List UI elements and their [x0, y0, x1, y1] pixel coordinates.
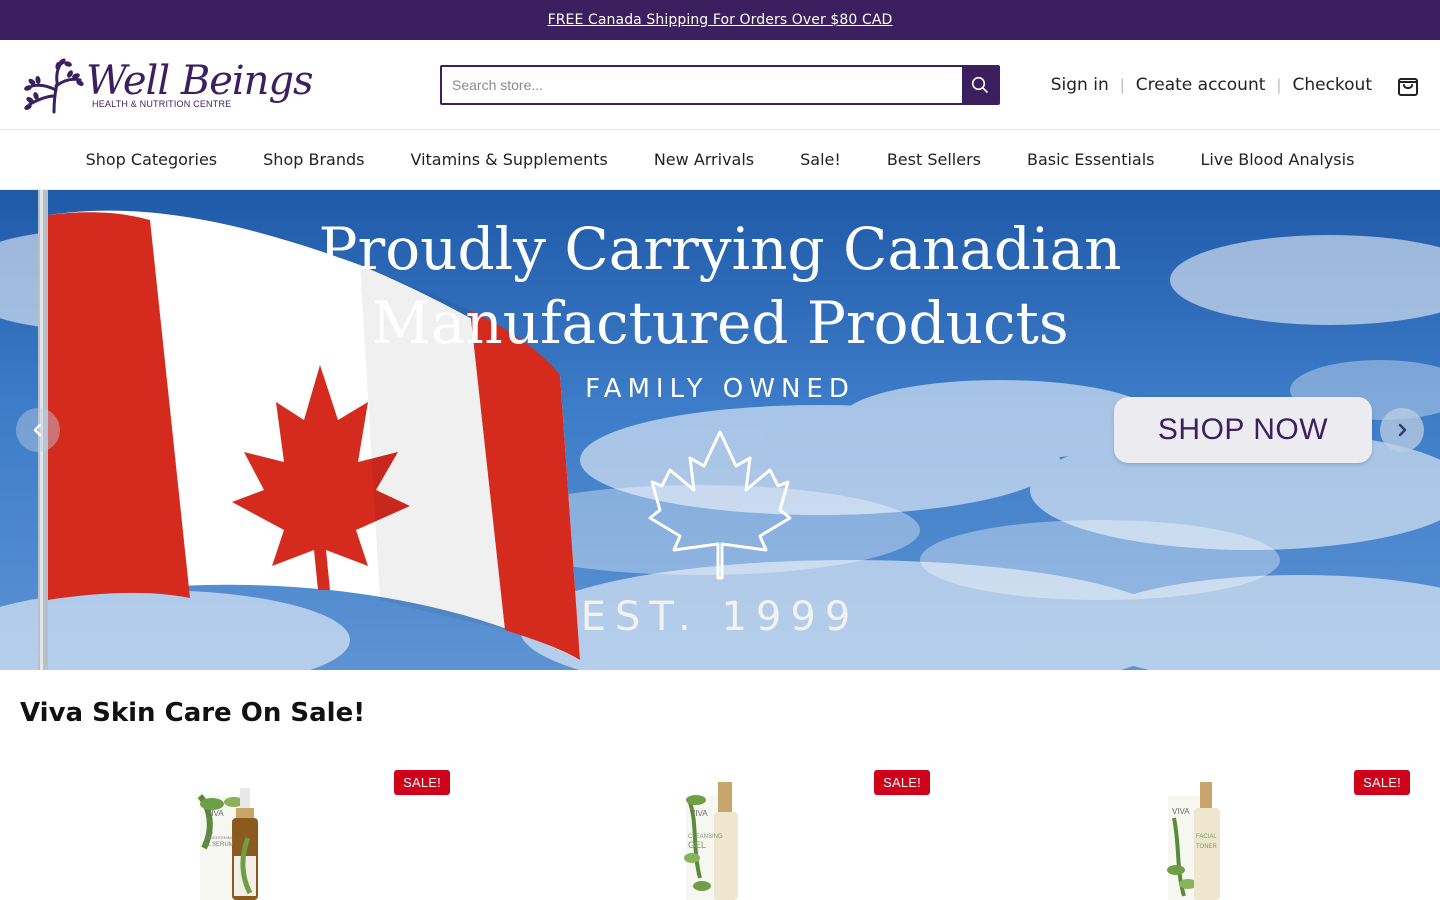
- product-label-brand: VIVA: [690, 809, 708, 818]
- nav-sale[interactable]: Sale!: [800, 150, 841, 169]
- sale-badge: SALE!: [394, 770, 450, 795]
- search-bar: [440, 65, 1000, 105]
- nav-vitamins-supplements[interactable]: Vitamins & Supplements: [410, 150, 607, 169]
- nav-new-arrivals[interactable]: New Arrivals: [654, 150, 754, 169]
- product-card[interactable]: SALE! VIVA FACIAL TONER: [970, 760, 1410, 900]
- sale-badge: SALE!: [1354, 770, 1410, 795]
- checkout-link[interactable]: Checkout: [1292, 75, 1372, 95]
- product-label-brand: VIVA: [206, 809, 224, 818]
- shop-now-button[interactable]: SHOP NOW: [1114, 397, 1372, 463]
- hero-title: Proudly Carrying Canadian Manufactured P…: [0, 212, 1440, 360]
- announcement-link[interactable]: FREE Canada Shipping For Orders Over $80…: [548, 12, 893, 28]
- section-title: Viva Skin Care On Sale!: [20, 698, 366, 728]
- nav-shop-categories[interactable]: Shop Categories: [86, 150, 218, 169]
- tree-logo-icon: [24, 58, 84, 113]
- product-card[interactable]: SALE! VIVA BIO BRIGHTENING C SERUM: [10, 760, 450, 900]
- create-account-link[interactable]: Create account: [1136, 75, 1266, 95]
- nav-shop-brands[interactable]: Shop Brands: [263, 150, 364, 169]
- hero-established: EST. 1999: [580, 594, 860, 640]
- product-label-line: FACIAL: [1196, 834, 1217, 840]
- product-label-line: TONER: [1196, 844, 1218, 850]
- product-label-line: BRIGHTENING: [206, 835, 234, 840]
- hero-title-line1: Proudly Carrying Canadian: [318, 215, 1122, 283]
- separator: |: [1119, 76, 1125, 94]
- main-navigation: Shop Categories Shop Brands Vitamins & S…: [0, 130, 1440, 190]
- search-icon: [971, 76, 988, 93]
- hero-banner: Proudly Carrying Canadian Manufactured P…: [0, 190, 1440, 670]
- product-label-line: GEL: [688, 840, 706, 850]
- chevron-right-icon: [1398, 423, 1407, 437]
- store-logo[interactable]: Well Beings HEALTH & NUTRITION CENTRE: [24, 55, 324, 115]
- sign-in-link[interactable]: Sign in: [1051, 75, 1109, 95]
- site-header: Well Beings HEALTH & NUTRITION CENTRE Si…: [0, 40, 1440, 130]
- product-label-brand: VIVA: [1172, 807, 1190, 816]
- product-grid: SALE! VIVA BIO BRIGHTENING C SERUM SALE!: [0, 760, 1440, 900]
- account-links: Sign in | Create account | Checkout: [1051, 40, 1372, 130]
- separator: |: [1276, 76, 1282, 94]
- shopping-bag-icon: [1398, 78, 1418, 96]
- product-image-serum[interactable]: VIVA BIO BRIGHTENING C SERUM: [190, 778, 270, 900]
- product-image-facial-toner[interactable]: VIVA FACIAL TONER: [1150, 778, 1230, 900]
- brand-tagline: HEALTH & NUTRITION CENTRE: [92, 98, 232, 109]
- product-card[interactable]: SALE! VIVA CLEANSING GEL: [490, 760, 930, 900]
- brand-name: Well Beings: [86, 57, 314, 104]
- nav-basic-essentials[interactable]: Basic Essentials: [1027, 150, 1155, 169]
- announcement-bar: FREE Canada Shipping For Orders Over $80…: [0, 0, 1440, 40]
- search-button[interactable]: [962, 67, 998, 103]
- product-label-line: C SERUM: [206, 842, 234, 848]
- nav-best-sellers[interactable]: Best Sellers: [887, 150, 981, 169]
- cart-button[interactable]: [1396, 73, 1420, 97]
- slider-next-button[interactable]: [1380, 408, 1424, 452]
- chevron-left-icon: [33, 423, 42, 437]
- sale-badge: SALE!: [874, 770, 930, 795]
- nav-live-blood-analysis[interactable]: Live Blood Analysis: [1201, 150, 1355, 169]
- search-input[interactable]: [442, 67, 962, 103]
- product-image-cleansing-gel[interactable]: VIVA CLEANSING GEL: [670, 778, 750, 900]
- slider-prev-button[interactable]: [16, 408, 60, 452]
- hero-title-line2: Manufactured Products: [371, 289, 1069, 357]
